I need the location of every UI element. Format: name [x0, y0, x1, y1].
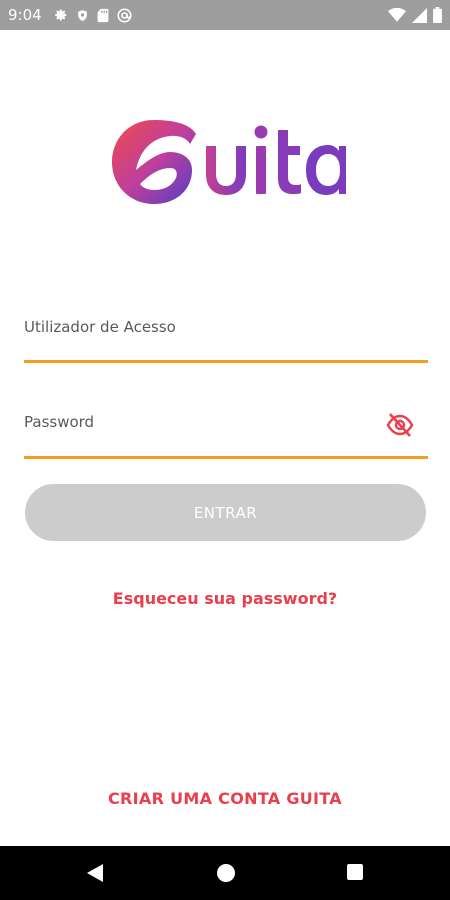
- username-underline: [24, 360, 428, 363]
- username-field[interactable]: Utilizador de Acesso: [24, 318, 428, 363]
- battery-icon: [433, 7, 442, 23]
- status-time: 9:04: [8, 6, 42, 24]
- sd-card-icon: [97, 8, 109, 23]
- wifi-icon: [388, 8, 406, 22]
- login-button[interactable]: ENTRAR: [25, 484, 426, 541]
- password-underline: [24, 456, 428, 459]
- at-sign-icon: [117, 7, 132, 23]
- status-right-icons: [388, 7, 442, 23]
- forgot-password-link[interactable]: Esqueceu sua password?: [0, 589, 450, 608]
- guita-logo: [110, 112, 348, 208]
- eye-off-icon[interactable]: [386, 413, 414, 437]
- home-icon[interactable]: [216, 863, 236, 883]
- settings-icon: [54, 8, 68, 22]
- username-label: Utilizador de Acesso: [24, 318, 176, 336]
- recents-icon[interactable]: [346, 863, 366, 883]
- signal-icon: [412, 7, 427, 23]
- password-field[interactable]: Password: [24, 413, 428, 459]
- status-bar: 9:04: [0, 0, 450, 30]
- nav-bar: [0, 846, 450, 900]
- shield-icon: [76, 8, 89, 23]
- password-label: Password: [24, 413, 95, 431]
- back-icon[interactable]: [86, 863, 106, 883]
- create-account-link[interactable]: CRIAR UMA CONTA GUITA: [0, 789, 450, 808]
- status-left-icons: [54, 7, 132, 23]
